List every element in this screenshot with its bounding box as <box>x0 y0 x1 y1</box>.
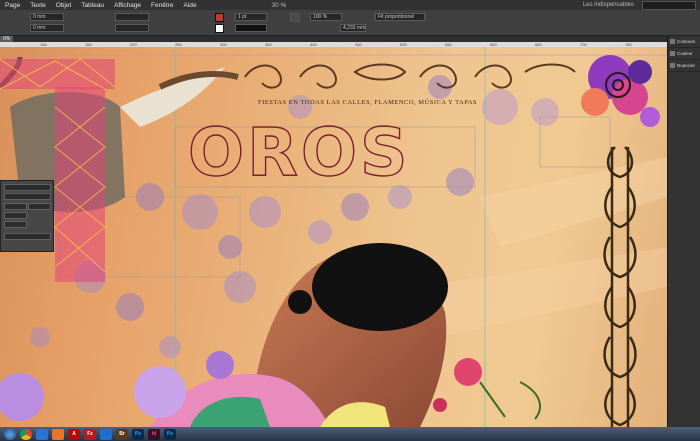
panel-field[interactable] <box>4 233 51 240</box>
stroke-type-select[interactable] <box>235 24 267 32</box>
y-position-field[interactable]: 0 mm <box>30 24 64 32</box>
panel-label: Contours <box>677 39 696 44</box>
bridge-icon[interactable]: Br <box>116 428 128 440</box>
panel-field[interactable] <box>28 203 51 210</box>
panel-label: Couleur <box>677 51 693 56</box>
panel-field[interactable] <box>4 184 51 191</box>
right-panel-dock: Contours Couleur Nuancier <box>667 36 700 427</box>
help-search-input[interactable] <box>642 0 696 10</box>
workspace-switcher[interactable]: Les indispensables <box>583 2 634 8</box>
menu-tableau[interactable]: Tableau <box>76 2 109 9</box>
indesign-icon[interactable]: Id <box>148 428 160 440</box>
start-button-icon[interactable] <box>4 428 16 440</box>
menu-objet[interactable]: Objet <box>51 2 77 9</box>
menu-texte[interactable]: Texte <box>25 2 51 9</box>
stroke-weight-field[interactable]: 1 pt <box>235 13 267 21</box>
panel-field[interactable] <box>4 193 51 200</box>
rose-flower <box>433 358 541 420</box>
fill-swatch[interactable] <box>215 13 224 22</box>
flower-bouquet <box>581 55 660 127</box>
ornament-top <box>244 63 576 89</box>
filezilla-icon[interactable]: Fz <box>84 428 96 440</box>
menu-fenetre[interactable]: Fenêtre <box>146 2 178 9</box>
stroke-panel-icon <box>670 39 675 44</box>
menu-affichage[interactable]: Affichage <box>109 2 146 9</box>
x-position-field[interactable]: 0 mm <box>30 13 64 21</box>
panel-nuancier[interactable]: Nuancier <box>668 60 700 72</box>
color-panel-icon <box>670 51 675 56</box>
panel-label: Nuancier <box>677 63 696 68</box>
width-field[interactable] <box>115 13 149 21</box>
photoshop-icon-2[interactable]: Ps <box>164 428 176 440</box>
acrobat-icon[interactable]: A <box>68 428 80 440</box>
menu-bar: Page Texte Objet Tableau Affichage Fenêt… <box>0 0 700 10</box>
explorer-icon[interactable] <box>36 428 48 440</box>
panel-field[interactable] <box>4 221 27 228</box>
effects-button[interactable] <box>290 13 300 22</box>
panel-contours[interactable]: Contours <box>668 36 700 48</box>
dimension-field[interactable]: 4,233 mm <box>340 24 366 32</box>
subtitle-text: FIESTAS EN TODAS LAS CALLES, FLAMENCO, M… <box>258 98 477 106</box>
panel-couleur[interactable]: Couleur <box>668 48 700 60</box>
swatches-panel-icon <box>670 63 675 68</box>
floating-panel <box>0 180 54 252</box>
document-canvas[interactable]: FIESTAS EN TODAS LAS CALLES, FLAMENCO, M… <box>0 47 667 427</box>
photoshop-icon[interactable]: Ps <box>132 428 144 440</box>
zoom-level[interactable]: 30 % <box>271 2 286 9</box>
taskbar: A Fz Br Ps Id Ps <box>0 427 700 441</box>
height-field[interactable] <box>115 24 149 32</box>
opacity-field[interactable]: 100 % <box>310 13 342 21</box>
artwork: FIESTAS EN TODAS LAS CALLES, FLAMENCO, M… <box>0 47 667 427</box>
chrome-icon[interactable] <box>20 428 32 440</box>
control-panel: 0 mm 0 mm 1 pt 100 % 4,233 mm Fit propor… <box>0 10 700 36</box>
matador-figure <box>150 243 448 427</box>
internet-explorer-icon[interactable] <box>100 428 112 440</box>
stroke-swatch[interactable] <box>215 24 224 33</box>
title-text: OROS <box>188 114 411 191</box>
vlc-icon[interactable] <box>52 428 64 440</box>
menu-aide[interactable]: Aide <box>178 2 201 9</box>
menu-page[interactable]: Page <box>0 2 25 9</box>
frame-fitting-select[interactable]: Fit proportionnel <box>375 13 425 21</box>
panel-field[interactable] <box>4 212 27 219</box>
panel-field[interactable] <box>4 203 27 210</box>
